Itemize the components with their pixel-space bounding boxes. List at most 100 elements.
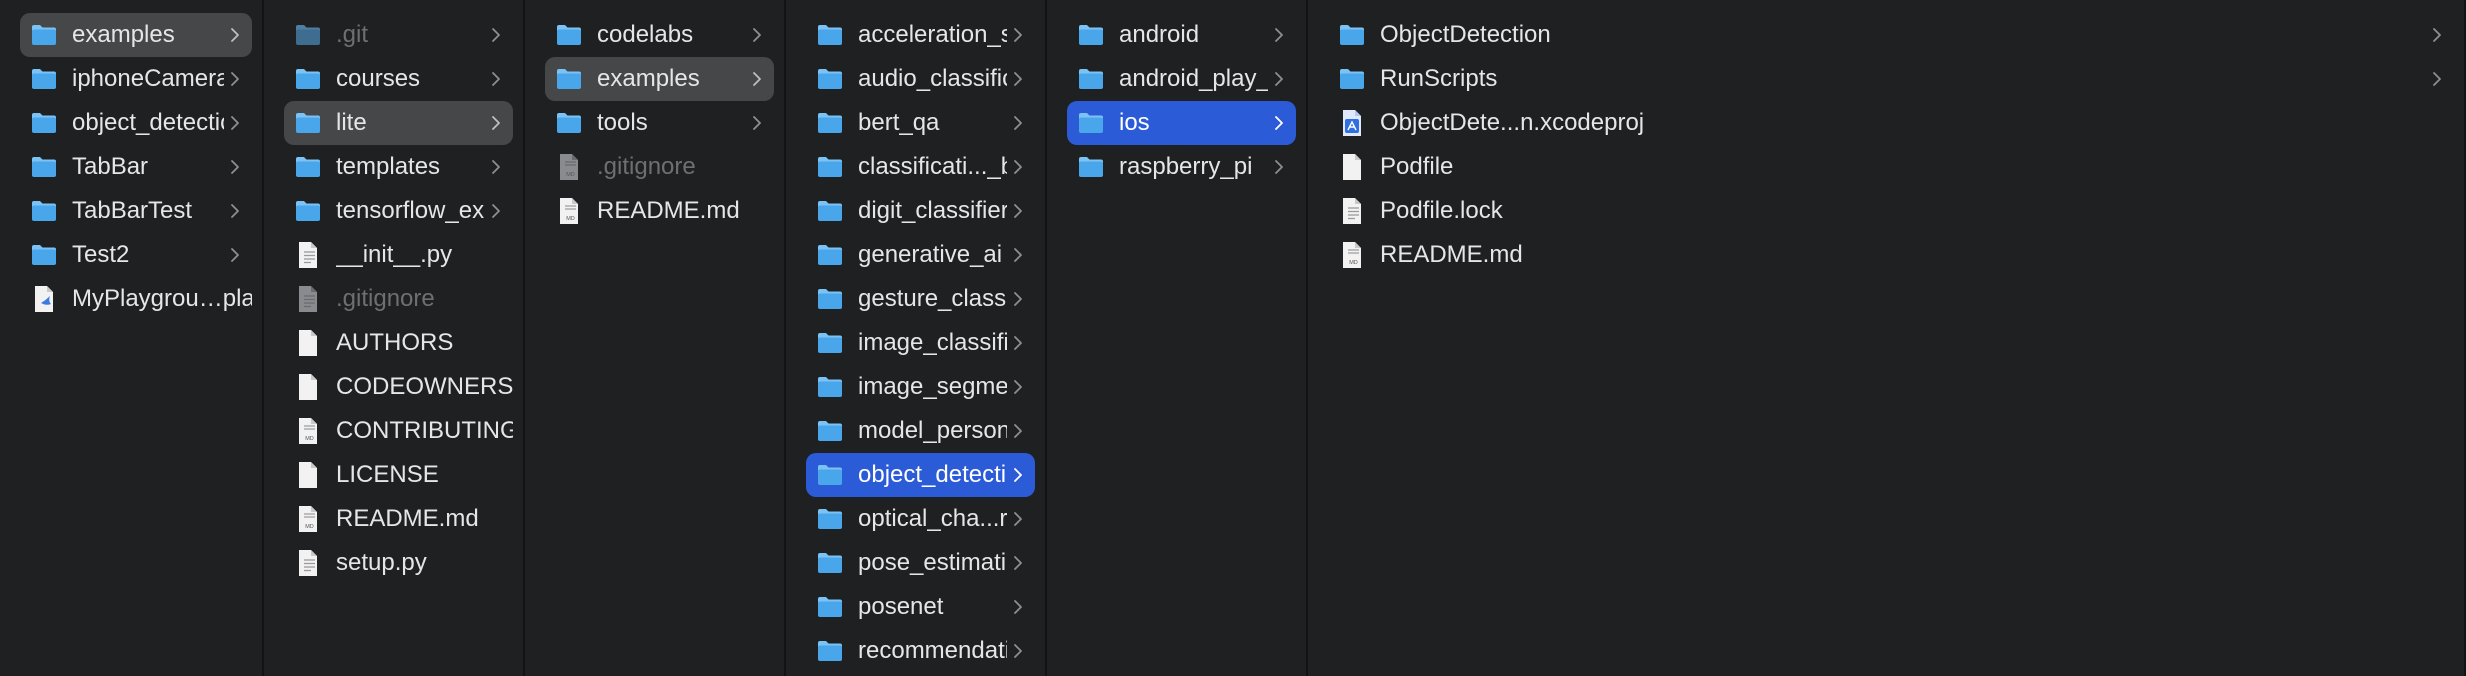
markdown-file-icon: MD: [294, 417, 322, 445]
column-6[interactable]: ObjectDetection RunScripts ObjectDete...…: [1308, 0, 2466, 676]
chevron-right-icon: [485, 203, 507, 219]
folder-icon: [816, 21, 844, 49]
folder-row[interactable]: android_play_services: [1067, 57, 1296, 101]
folder-row[interactable]: templates: [284, 145, 513, 189]
folder-icon: [1077, 21, 1105, 49]
folder-row[interactable]: ios: [1067, 101, 1296, 145]
folder-row[interactable]: gesture_classification: [806, 277, 1035, 321]
folder-row[interactable]: posenet: [806, 585, 1035, 629]
folder-row[interactable]: RunScripts: [1328, 57, 2454, 101]
folder-row[interactable]: codelabs: [545, 13, 774, 57]
chevron-right-icon: [224, 203, 246, 219]
folder-row[interactable]: examples: [20, 13, 252, 57]
chevron-right-icon: [224, 247, 246, 263]
chevron-right-icon: [224, 27, 246, 43]
chevron-right-icon: [1268, 71, 1290, 87]
folder-row[interactable]: lite: [284, 101, 513, 145]
folder-icon: [816, 637, 844, 665]
file-row[interactable]: MyPlaygrou…playground: [20, 277, 252, 321]
folder-row[interactable]: generative_ai: [806, 233, 1035, 277]
file-row[interactable]: AUTHORS: [284, 321, 513, 365]
folder-row[interactable]: Test2: [20, 233, 252, 277]
folder-icon: [555, 109, 583, 137]
file-row[interactable]: MD README.md: [1328, 233, 2454, 277]
folder-row[interactable]: recommendation: [806, 629, 1035, 673]
file-row[interactable]: CODEOWNERS: [284, 365, 513, 409]
folder-row[interactable]: acceleration_service: [806, 13, 1035, 57]
folder-row[interactable]: iphoneCameraSample: [20, 57, 252, 101]
chevron-right-icon: [485, 27, 507, 43]
file-row[interactable]: MD CONTRIBUTING.md: [284, 409, 513, 453]
item-label: .git: [336, 21, 369, 48]
folder-row[interactable]: classificati..._by_retrieval: [806, 145, 1035, 189]
folder-icon: [294, 153, 322, 181]
folder-row[interactable]: tools: [545, 101, 774, 145]
item-label: recommendation: [858, 637, 1007, 664]
folder-row[interactable]: TabBar: [20, 145, 252, 189]
item-label: bert_qa: [858, 109, 940, 136]
folder-row[interactable]: examples: [545, 57, 774, 101]
column-3[interactable]: codelabs examples tools MD .gitignore MD…: [525, 0, 786, 676]
folder-row[interactable]: android: [1067, 13, 1296, 57]
item-label: LICENSE: [336, 461, 439, 488]
folder-row[interactable]: model_personalization: [806, 409, 1035, 453]
column-2[interactable]: .git courses lite templates tensorflow_e…: [264, 0, 525, 676]
folder-icon: [555, 65, 583, 93]
document-icon: [294, 373, 322, 401]
item-label: README.md: [1380, 241, 1523, 268]
folder-icon: [1077, 65, 1105, 93]
item-label: codelabs: [597, 21, 694, 48]
chevron-right-icon: [224, 159, 246, 175]
folder-icon: [816, 549, 844, 577]
file-row[interactable]: MD .gitignore: [545, 145, 774, 189]
file-row[interactable]: Podfile.lock: [1328, 189, 2454, 233]
file-row[interactable]: setup.py: [284, 541, 513, 585]
file-row[interactable]: LICENSE: [284, 453, 513, 497]
column-list: examples iphoneCameraSample object_detec…: [0, 13, 262, 321]
folder-row[interactable]: audio_classification: [806, 57, 1035, 101]
folder-row[interactable]: tensorflow_examples: [284, 189, 513, 233]
chevron-right-icon: [1268, 159, 1290, 175]
file-row[interactable]: __init__.py: [284, 233, 513, 277]
text-file-icon: [294, 241, 322, 269]
folder-icon: [1077, 109, 1105, 137]
file-row[interactable]: ObjectDete...n.xcodeproj: [1328, 101, 2454, 145]
folder-icon: [1338, 65, 1366, 93]
column-5[interactable]: android android_play_services ios raspbe…: [1047, 0, 1308, 676]
item-label: optical_cha...recognition: [858, 505, 1007, 532]
item-label: __init__.py: [336, 241, 453, 268]
file-row[interactable]: MD README.md: [284, 497, 513, 541]
folder-row[interactable]: bert_qa: [806, 101, 1035, 145]
column-1[interactable]: examples iphoneCameraSample object_detec…: [0, 0, 264, 676]
column-list: .git courses lite templates tensorflow_e…: [264, 13, 523, 585]
folder-row[interactable]: object_detection: [20, 101, 252, 145]
folder-icon: [555, 21, 583, 49]
folder-row[interactable]: courses: [284, 57, 513, 101]
item-label: Test2: [72, 241, 130, 268]
item-label: README.md: [597, 197, 740, 224]
folder-row[interactable]: image_classification: [806, 321, 1035, 365]
folder-row[interactable]: ObjectDetection: [1328, 13, 2454, 57]
folder-row[interactable]: image_segmentation: [806, 365, 1035, 409]
column-4[interactable]: acceleration_service audio_classificatio…: [786, 0, 1047, 676]
folder-row[interactable]: TabBarTest: [20, 189, 252, 233]
item-label: Podfile: [1380, 153, 1454, 180]
folder-icon: [1077, 153, 1105, 181]
folder-row[interactable]: raspberry_pi: [1067, 145, 1296, 189]
chevron-right-icon: [1268, 115, 1290, 131]
markdown-file-icon: MD: [1338, 241, 1366, 269]
folder-row[interactable]: .git: [284, 13, 513, 57]
folder-row[interactable]: pose_estimation: [806, 541, 1035, 585]
folder-row[interactable]: digit_classifier: [806, 189, 1035, 233]
file-row[interactable]: Podfile: [1328, 145, 2454, 189]
file-row[interactable]: .gitignore: [284, 277, 513, 321]
folder-row[interactable]: optical_cha...recognition: [806, 497, 1035, 541]
chevron-right-icon: [1007, 71, 1029, 87]
folder-icon: [30, 65, 58, 93]
folder-icon: [294, 21, 322, 49]
folder-icon: [816, 65, 844, 93]
file-row[interactable]: MD README.md: [545, 189, 774, 233]
item-label: pose_estimation: [858, 549, 1007, 576]
folder-row[interactable]: object_detection: [806, 453, 1035, 497]
chevron-right-icon: [2426, 27, 2448, 43]
